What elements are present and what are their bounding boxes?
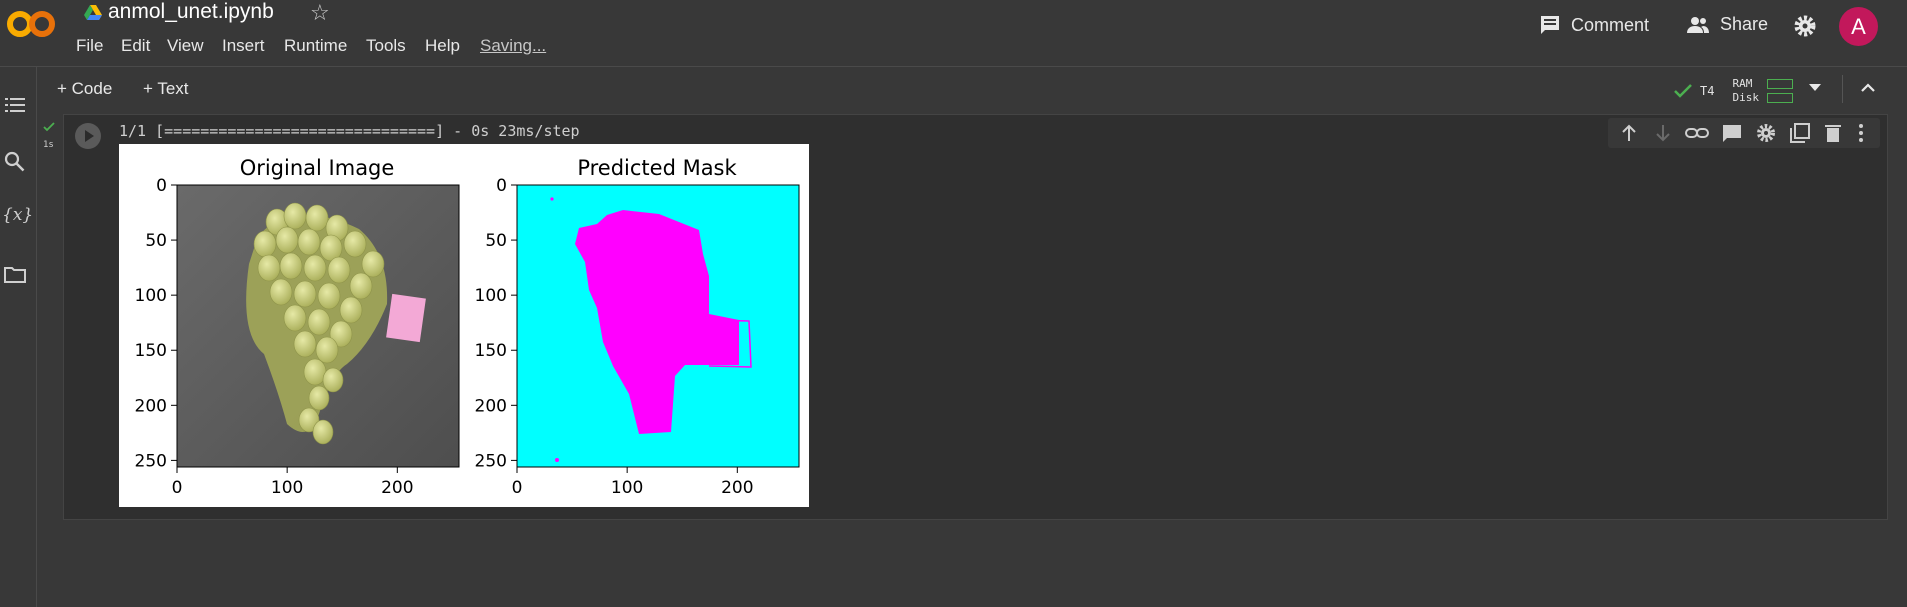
menu-tools[interactable]: Tools (366, 36, 406, 56)
y-tick-label: 100 (135, 286, 167, 306)
comment-icon (1541, 16, 1559, 34)
comment-icon[interactable] (1722, 124, 1742, 144)
folder-icon[interactable] (3, 263, 27, 287)
y-tick-label: 50 (145, 231, 167, 251)
original-image (176, 184, 460, 468)
ram-label: RAM (1732, 77, 1753, 90)
y-tick-label: 250 (475, 451, 507, 471)
plus-icon: + (57, 79, 72, 98)
more-options-icon[interactable] (1858, 123, 1864, 143)
share-label: Share (1720, 14, 1769, 34)
menu-file[interactable]: File (76, 36, 103, 56)
x-tick-label: 200 (381, 478, 413, 498)
comment-label: Comment (1571, 14, 1650, 35)
menu-help[interactable]: Help (425, 36, 460, 56)
top-bar: anmol_unet.ipynb ☆ File Edit View Insert… (0, 0, 1907, 66)
link-icon[interactable] (1685, 125, 1709, 141)
share-button[interactable]: Share (1686, 14, 1768, 35)
left-sidebar: {x} (0, 66, 37, 607)
y-tick-label: 250 (135, 451, 167, 471)
subplot-title-predicted: Predicted Mask (577, 156, 737, 180)
disk-meter (1766, 93, 1793, 103)
move-up-icon[interactable] (1620, 123, 1638, 143)
menu-edit[interactable]: Edit (121, 36, 150, 56)
notebook-title[interactable]: anmol_unet.ipynb (108, 0, 274, 24)
variables-icon[interactable]: {x} (2, 205, 33, 225)
execution-time: 1s (43, 140, 54, 150)
colab-logo[interactable] (6, 6, 58, 42)
y-tick-label: 200 (475, 396, 507, 416)
search-icon[interactable] (3, 150, 27, 174)
ram-meter (1766, 79, 1793, 89)
toolbar-divider (1842, 75, 1843, 103)
y-tick-label: 0 (496, 176, 507, 196)
y-tick-label: 150 (475, 341, 507, 361)
predicted-mask-image (516, 184, 800, 468)
chevron-up-icon[interactable] (1861, 83, 1875, 93)
run-cell-icon[interactable] (74, 122, 102, 150)
y-tick-label: 200 (135, 396, 167, 416)
y-tick-label: 150 (135, 341, 167, 361)
menu-view[interactable]: View (167, 36, 204, 56)
add-text-label: Text (157, 79, 189, 98)
x-tick-label: 0 (512, 478, 523, 498)
figure-svg: Original Image 0501001502002500 100 200 … (135, 156, 800, 498)
add-text-button[interactable]: + Text (143, 79, 189, 99)
plus-icon: + (143, 79, 158, 98)
move-down-icon[interactable] (1654, 123, 1672, 143)
drive-icon[interactable] (84, 5, 102, 21)
check-icon (43, 122, 55, 132)
output-figure: Original Image 0 50 100 150 200 250 0 10… (119, 144, 809, 507)
add-code-label: Code (71, 79, 113, 98)
dropdown-arrow-icon[interactable] (1809, 84, 1821, 92)
mirror-cell-icon[interactable] (1790, 123, 1810, 143)
notebook-toolbar: + Code + Text T4 RAM Disk (0, 66, 1907, 112)
subplot-title-original: Original Image (240, 156, 395, 180)
save-status[interactable]: Saving... (480, 36, 546, 56)
cell-output-text: 1/1 [==============================] - 0… (119, 122, 580, 140)
comment-button[interactable]: Comment (1539, 14, 1649, 36)
y-tick-label: 0 (156, 176, 167, 196)
table-of-contents-icon[interactable] (3, 93, 27, 117)
menu-insert[interactable]: Insert (222, 36, 265, 56)
y-tick-label: 50 (485, 231, 507, 251)
runtime-status[interactable]: T4 RAM Disk (1674, 77, 1793, 105)
avatar[interactable]: A (1839, 7, 1878, 46)
cell-toolbar (1608, 118, 1880, 148)
x-tick-label: 0 (172, 478, 183, 498)
runtime-gpu: T4 (1700, 84, 1715, 98)
menu-runtime[interactable]: Runtime (284, 36, 347, 56)
y-tick-label: 100 (475, 286, 507, 306)
add-code-button[interactable]: + Code (57, 79, 112, 99)
x-tick-label: 100 (271, 478, 303, 498)
x-tick-label: 100 (611, 478, 643, 498)
people-icon (1687, 16, 1709, 33)
star-icon[interactable]: ☆ (310, 0, 330, 26)
settings-gear-icon[interactable] (1756, 123, 1776, 143)
disk-label: Disk (1732, 91, 1759, 104)
settings-gear-icon[interactable] (1793, 14, 1817, 38)
x-tick-label: 200 (721, 478, 753, 498)
check-icon (1674, 84, 1692, 98)
delete-icon[interactable] (1825, 123, 1841, 143)
